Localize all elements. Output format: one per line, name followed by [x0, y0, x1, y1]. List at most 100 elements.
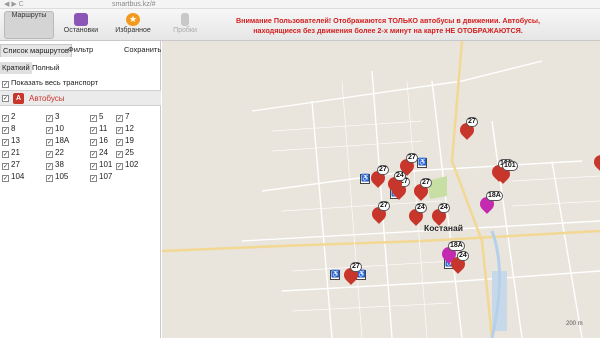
subtab-brief[interactable]: Краткий [0, 62, 32, 74]
route-checkbox[interactable]: ✓ 7 [116, 112, 129, 122]
browser-nav-icons[interactable]: ◀ ▶ C [4, 0, 24, 9]
checkbox-icon[interactable]: ✓ [90, 139, 97, 146]
stop-icon[interactable]: ♿ [330, 270, 340, 280]
checkbox-icon[interactable]: ✓ [116, 115, 123, 122]
route-checkbox[interactable]: ✓ 24 [90, 148, 108, 158]
show-all-checkbox[interactable]: ✓ Показать весь транспорт [2, 78, 98, 88]
route-checkbox[interactable]: ✓ 22 [46, 148, 64, 158]
checkbox-icon[interactable]: ✓ [2, 163, 9, 170]
route-checkbox[interactable]: ✓ 11 [90, 124, 107, 134]
checkbox-icon[interactable]: ✓ [90, 151, 97, 158]
bus-marker-label[interactable]: 24 [415, 203, 427, 213]
checkbox-icon[interactable]: ✓ [2, 115, 9, 122]
route-checkbox[interactable]: ✓ 10 [46, 124, 64, 134]
show-all-label: Показать весь транспорт [11, 78, 99, 87]
checkbox-icon[interactable]: ✓ [2, 127, 9, 134]
route-number: 27 [11, 160, 20, 169]
route-number: 10 [55, 124, 64, 133]
route-checkbox[interactable]: ✓ 105 [46, 172, 68, 182]
checkbox-icon[interactable]: ✓ [116, 127, 123, 134]
route-checkbox[interactable]: ✓ 8 [2, 124, 15, 134]
checkbox-icon[interactable]: ✓ [90, 163, 97, 170]
traffic-light-icon [181, 13, 189, 26]
tab-route-list[interactable]: Список маршрутов [0, 44, 72, 57]
checkbox-icon[interactable]: ✓ [90, 127, 97, 134]
route-checkbox[interactable]: ✓ 19 [116, 136, 134, 146]
top-toolbar: Маршруты Остановки ★ Избранное Пробки Вн… [0, 9, 600, 98]
bus-marker-label[interactable]: 18А [486, 191, 503, 201]
checkbox-icon[interactable]: ✓ [46, 139, 53, 146]
route-checkbox[interactable]: ✓ 12 [116, 124, 134, 134]
checkbox-icon[interactable]: ✓ [2, 151, 9, 158]
bus-badge-icon: А [13, 93, 24, 104]
scale-label: 200 m [566, 321, 583, 327]
traffic-button-label: Пробки [173, 27, 197, 34]
route-number: 2 [11, 112, 16, 121]
tab-filter[interactable]: Фильтр [66, 44, 95, 56]
route-checkbox[interactable]: ✓ 2 [2, 112, 15, 122]
bus-marker-label[interactable]: 27 [406, 153, 418, 163]
browser-address-bar[interactable]: ◀ ▶ C smartbus.kz/# [0, 0, 600, 9]
checkbox-icon[interactable]: ✓ [46, 163, 53, 170]
checkbox-icon[interactable]: ✓ [2, 139, 9, 146]
route-checkbox[interactable]: ✓ 25 [116, 148, 134, 158]
checkbox-icon[interactable]: ✓ [46, 151, 53, 158]
checkbox-icon[interactable]: ✓ [46, 115, 53, 122]
traffic-button[interactable]: Пробки [160, 11, 210, 39]
route-checkbox[interactable]: ✓ 38 [46, 160, 64, 170]
routes-button[interactable]: Маршруты [4, 11, 54, 98]
group-checkbox[interactable]: ✓ [2, 95, 9, 102]
bus-marker-label[interactable]: 27 [378, 201, 390, 211]
route-number: 21 [11, 148, 20, 157]
route-checkbox[interactable]: ✓ 18А [46, 136, 69, 146]
subtab-full[interactable]: Полный [30, 62, 62, 74]
bus-marker-label[interactable]: 27 [466, 117, 478, 127]
checkbox-icon[interactable]: ✓ [2, 81, 9, 88]
routes-button-label: Маршруты [11, 12, 47, 19]
tab-save[interactable]: Сохранить [122, 44, 163, 56]
route-checkbox[interactable]: ✓ 104 [2, 172, 24, 182]
bus-stop-icon [74, 13, 88, 26]
route-checkbox[interactable]: ✓ 101 [90, 160, 112, 170]
checkbox-icon[interactable]: ✓ [90, 175, 97, 182]
checkbox-icon[interactable]: ✓ [116, 163, 123, 170]
bus-group-header[interactable]: ✓ А Автобусы [0, 90, 161, 106]
route-number: 11 [99, 124, 108, 133]
route-number: 13 [11, 136, 20, 145]
route-checkbox[interactable]: ✓ 16 [90, 136, 108, 146]
route-checkbox[interactable]: ✓ 27 [2, 160, 20, 170]
stops-button[interactable]: Остановки [56, 11, 106, 39]
route-checkbox[interactable]: ✓ 3 [46, 112, 59, 122]
route-number: 107 [99, 172, 113, 181]
route-number: 22 [55, 148, 64, 157]
route-checkbox[interactable]: ✓ 102 [116, 160, 138, 170]
bus-marker-label[interactable]: 24 [394, 171, 406, 181]
checkbox-icon[interactable]: ✓ [46, 127, 53, 134]
favorites-button-label: Избранное [115, 27, 151, 34]
checkbox-icon[interactable]: ✓ [116, 139, 123, 146]
checkbox-icon[interactable]: ✓ [2, 175, 9, 182]
route-checkbox[interactable]: ✓ 21 [2, 148, 20, 158]
route-number: 104 [11, 172, 25, 181]
stop-icon[interactable]: ♿ [417, 158, 427, 168]
bus-marker-label[interactable]: 18А [448, 241, 465, 251]
route-checkbox[interactable]: ✓ 107 [90, 172, 112, 182]
bus-marker-label[interactable]: 24 [438, 203, 450, 213]
route-number: 101 [99, 160, 113, 169]
checkbox-icon[interactable]: ✓ [90, 115, 97, 122]
checkbox-icon[interactable]: ✓ [46, 175, 53, 182]
bus-marker-label[interactable]: 27 [350, 262, 362, 272]
browser-url[interactable]: smartbus.kz/# [112, 0, 156, 9]
bus-marker-label[interactable]: 24 [457, 251, 469, 261]
stop-icon[interactable]: ♿ [360, 174, 370, 184]
map-view[interactable]: Костанай ♿ ♿ ♿ ♿ ♿ ♿ 2727272724272427241… [162, 41, 600, 338]
bus-marker-label[interactable]: 27 [420, 178, 432, 188]
bus-marker-label[interactable]: 101 [502, 161, 518, 171]
group-name: Автобусы [29, 94, 65, 103]
bus-marker-label[interactable]: 27 [377, 165, 389, 175]
checkbox-icon[interactable]: ✓ [116, 151, 123, 158]
route-number: 18А [55, 136, 70, 145]
favorites-button[interactable]: ★ Избранное [108, 11, 158, 39]
route-checkbox[interactable]: ✓ 13 [2, 136, 20, 146]
route-checkbox[interactable]: ✓ 5 [90, 112, 103, 122]
